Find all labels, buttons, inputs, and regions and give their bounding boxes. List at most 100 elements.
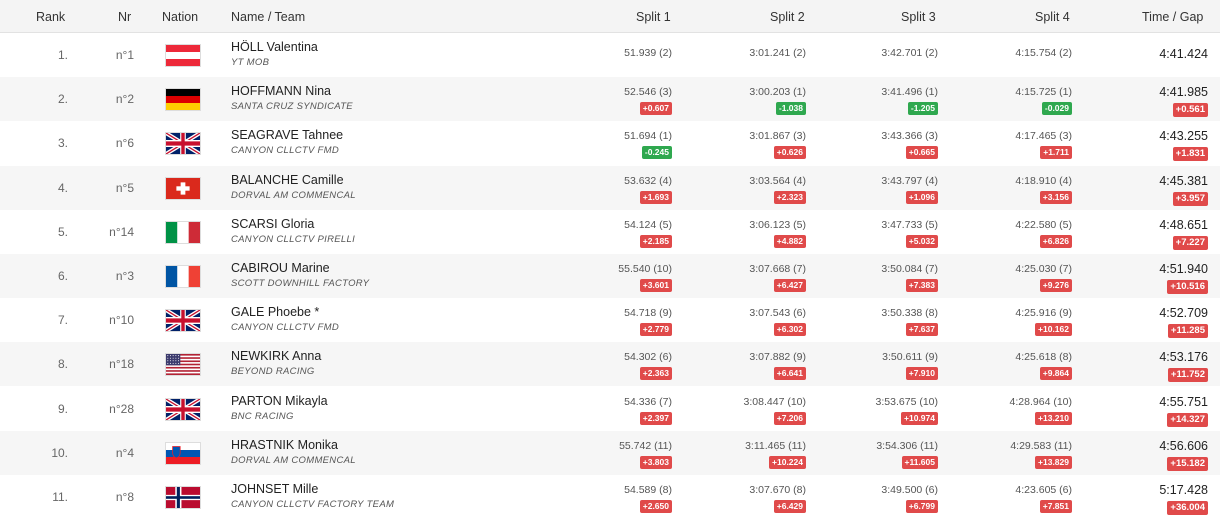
header-split-2[interactable]: Split 2 <box>770 10 805 24</box>
flag-fra-icon <box>165 265 201 288</box>
rider-name[interactable]: SEAGRAVE Tahnee <box>231 128 343 142</box>
bib-number: n°5 <box>115 180 134 195</box>
table-row[interactable]: 7. n°10 GALE Phoebe * CANYON CLLCTV FMD 54.7… <box>0 298 1220 342</box>
split-time: 3:49.500 (6) <box>881 484 938 496</box>
split-2-cell: 3:08.447 (10) +7.206 <box>706 387 806 431</box>
split-4-cell: 4:17.465 (3) +1.711 <box>972 121 1072 165</box>
split-3-cell: 3:54.306 (11) +11.605 <box>840 431 938 475</box>
header-nr[interactable]: Nr <box>118 10 131 24</box>
split-gap-badge: +2.650 <box>639 500 672 513</box>
header-rank[interactable]: Rank <box>36 10 65 24</box>
split-time: 3:00.203 (1) <box>749 86 806 99</box>
total-time-cell: 4:51.940 +10.516 <box>1096 254 1208 298</box>
split-time: 55.540 (10) <box>618 263 672 275</box>
split-time: 4:22.580 (5) <box>1015 218 1072 231</box>
rider-name[interactable]: BALANCHE Camille <box>231 173 344 187</box>
split-time: 3:08.447 (10) <box>743 395 806 408</box>
split-time: 3:01.867 (3) <box>749 130 806 143</box>
split-4-cell: 4:15.725 (1) -0.029 <box>972 77 1072 121</box>
split-time: 4:25.030 (7) <box>1015 263 1072 275</box>
bib-number: n°4 <box>115 445 134 460</box>
split-time: 3:43.797 (4) <box>881 174 938 187</box>
split-time: 3:41.496 (1) <box>881 86 938 99</box>
table-row[interactable]: 4. n°5 BALANCHE Camille DORVAL AM COMMENCAL… <box>0 165 1220 210</box>
split-4-cell: 4:28.964 (10) +13.210 <box>972 387 1072 431</box>
flag-aut-icon <box>165 44 201 67</box>
bib-number: n°18 <box>109 357 134 372</box>
rider-name[interactable]: CABIROU Marine <box>231 261 330 275</box>
split-gap-badge: +7.851 <box>1039 500 1072 513</box>
split-time: 4:25.618 (8) <box>1015 351 1072 364</box>
table-row[interactable]: 3. n°6 SEAGRAVE Tahnee CANYON CLLCTV FMD 51.… <box>0 121 1220 165</box>
rider-name[interactable]: JOHNSET Mille <box>231 482 318 496</box>
rank-cell: 7. <box>57 313 68 328</box>
table-row[interactable]: 11. n°8 JOHNSET Mille CANYON CLLCTV FACTORY… <box>0 475 1220 519</box>
rider-name[interactable]: GALE Phoebe * <box>231 305 319 319</box>
split-gap-badge: -0.029 <box>1041 102 1072 116</box>
final-time: 4:56.606 <box>1159 438 1208 453</box>
rider-name[interactable]: HÖLL Valentina <box>231 40 318 54</box>
split-gap-badge: +6.826 <box>1039 234 1072 248</box>
rank-cell: 11. <box>52 490 68 504</box>
table-row[interactable]: 5. n°14 SCARSI Gloria CANYON CLLCTV PIRELLI… <box>0 210 1220 254</box>
split-4-cell: 4:22.580 (5) +6.826 <box>972 210 1072 254</box>
split-gap-badge: +0.665 <box>905 146 938 160</box>
split-gap-badge: +7.637 <box>905 323 938 337</box>
rank-cell: 4. <box>57 180 68 195</box>
table-row[interactable]: 6. n°3 CABIROU Marine SCOTT DOWNHILL FACTOR… <box>0 254 1220 298</box>
split-2-cell: 3:03.564 (4) +2.323 <box>706 166 806 210</box>
rider-name[interactable]: SCARSI Gloria <box>231 217 314 231</box>
header-name-team[interactable]: Name / Team <box>231 10 305 24</box>
total-time-cell: 4:53.176 +11.752 <box>1096 342 1208 386</box>
header-split-3[interactable]: Split 3 <box>901 10 936 24</box>
header-time-gap[interactable]: Time / Gap <box>1142 10 1203 24</box>
results-table-header: Rank Nr Nation Name / Team Split 1 Split… <box>0 0 1220 33</box>
split-gap-badge: +1.096 <box>905 190 938 204</box>
rider-name[interactable]: NEWKIRK Anna <box>231 349 321 363</box>
final-gap-badge: +0.561 <box>1172 103 1208 118</box>
split-gap-badge: +10.162 <box>1035 323 1072 337</box>
bib-number: n°1 <box>115 48 134 62</box>
split-time: 53.632 (4) <box>624 174 672 187</box>
split-1-cell: 55.540 (10) +3.601 <box>572 254 672 298</box>
table-row[interactable]: 10. n°4 HRASTNIK Monika DORVAL AM COMMENCAL… <box>0 430 1220 475</box>
table-row[interactable]: 9. n°28 PARTON Mikayla BNC RACING 54.336 (7)… <box>0 387 1220 431</box>
rider-name[interactable]: HOFFMANN Nina <box>231 84 331 98</box>
split-time: 3:07.882 (9) <box>749 351 806 364</box>
final-gap-badge: +7.227 <box>1172 235 1208 250</box>
split-time: 54.124 (5) <box>624 218 672 231</box>
rider-name[interactable]: HRASTNIK Monika <box>231 438 338 452</box>
final-time: 4:43.255 <box>1159 129 1208 144</box>
final-time: 5:17.428 <box>1159 483 1208 497</box>
split-time: 3:42.701 (2) <box>881 47 938 59</box>
flag-slo-icon <box>165 441 201 465</box>
total-time-cell: 4:52.709 +11.285 <box>1096 298 1208 342</box>
rank-cell: 8. <box>57 357 68 372</box>
table-row[interactable]: 1. n°1 HÖLL Valentina YT MOB 51.939 (2) 3:01.… <box>0 33 1220 77</box>
split-gap-badge: -1.038 <box>775 102 806 116</box>
split-time: 3:11.465 (11) <box>745 439 806 452</box>
split-3-cell: 3:53.675 (10) +10.974 <box>840 387 938 431</box>
final-gap-badge: +11.285 <box>1167 324 1208 339</box>
final-time: 4:55.751 <box>1159 394 1208 409</box>
split-time: 3:54.306 (11) <box>876 439 938 452</box>
rider-name[interactable]: PARTON Mikayla <box>231 394 328 408</box>
header-split-4[interactable]: Split 4 <box>1035 10 1070 24</box>
table-row[interactable]: 2. n°2 HOFFMANN Nina SANTA CRUZ SYNDICATE 52… <box>0 77 1220 122</box>
split-gap-badge: +6.429 <box>773 500 806 513</box>
final-time: 4:51.940 <box>1159 262 1208 276</box>
header-split-1[interactable]: Split 1 <box>636 10 671 24</box>
split-4-cell: 4:18.910 (4) +3.156 <box>972 166 1072 210</box>
split-gap-badge: +2.185 <box>639 234 672 248</box>
split-2-cell: 3:07.543 (6) +6.302 <box>706 298 806 342</box>
split-gap-badge: +7.910 <box>905 367 938 381</box>
split-2-cell: 3:07.882 (9) +6.641 <box>706 342 806 386</box>
header-nation[interactable]: Nation <box>162 10 198 24</box>
bib-number: n°2 <box>115 92 134 107</box>
table-row[interactable]: 8. n°18 NEWKIRK Anna BEYOND RACING 54.302 (6… <box>0 342 1220 387</box>
team-name: SANTA CRUZ SYNDICATE <box>231 101 353 113</box>
split-4-cell: 4:15.754 (2) <box>972 33 1072 77</box>
split-1-cell: 54.302 (6) +2.363 <box>572 342 672 386</box>
total-time-cell: 4:55.751 +14.327 <box>1096 387 1208 431</box>
split-time: 3:53.675 (10) <box>875 395 938 408</box>
